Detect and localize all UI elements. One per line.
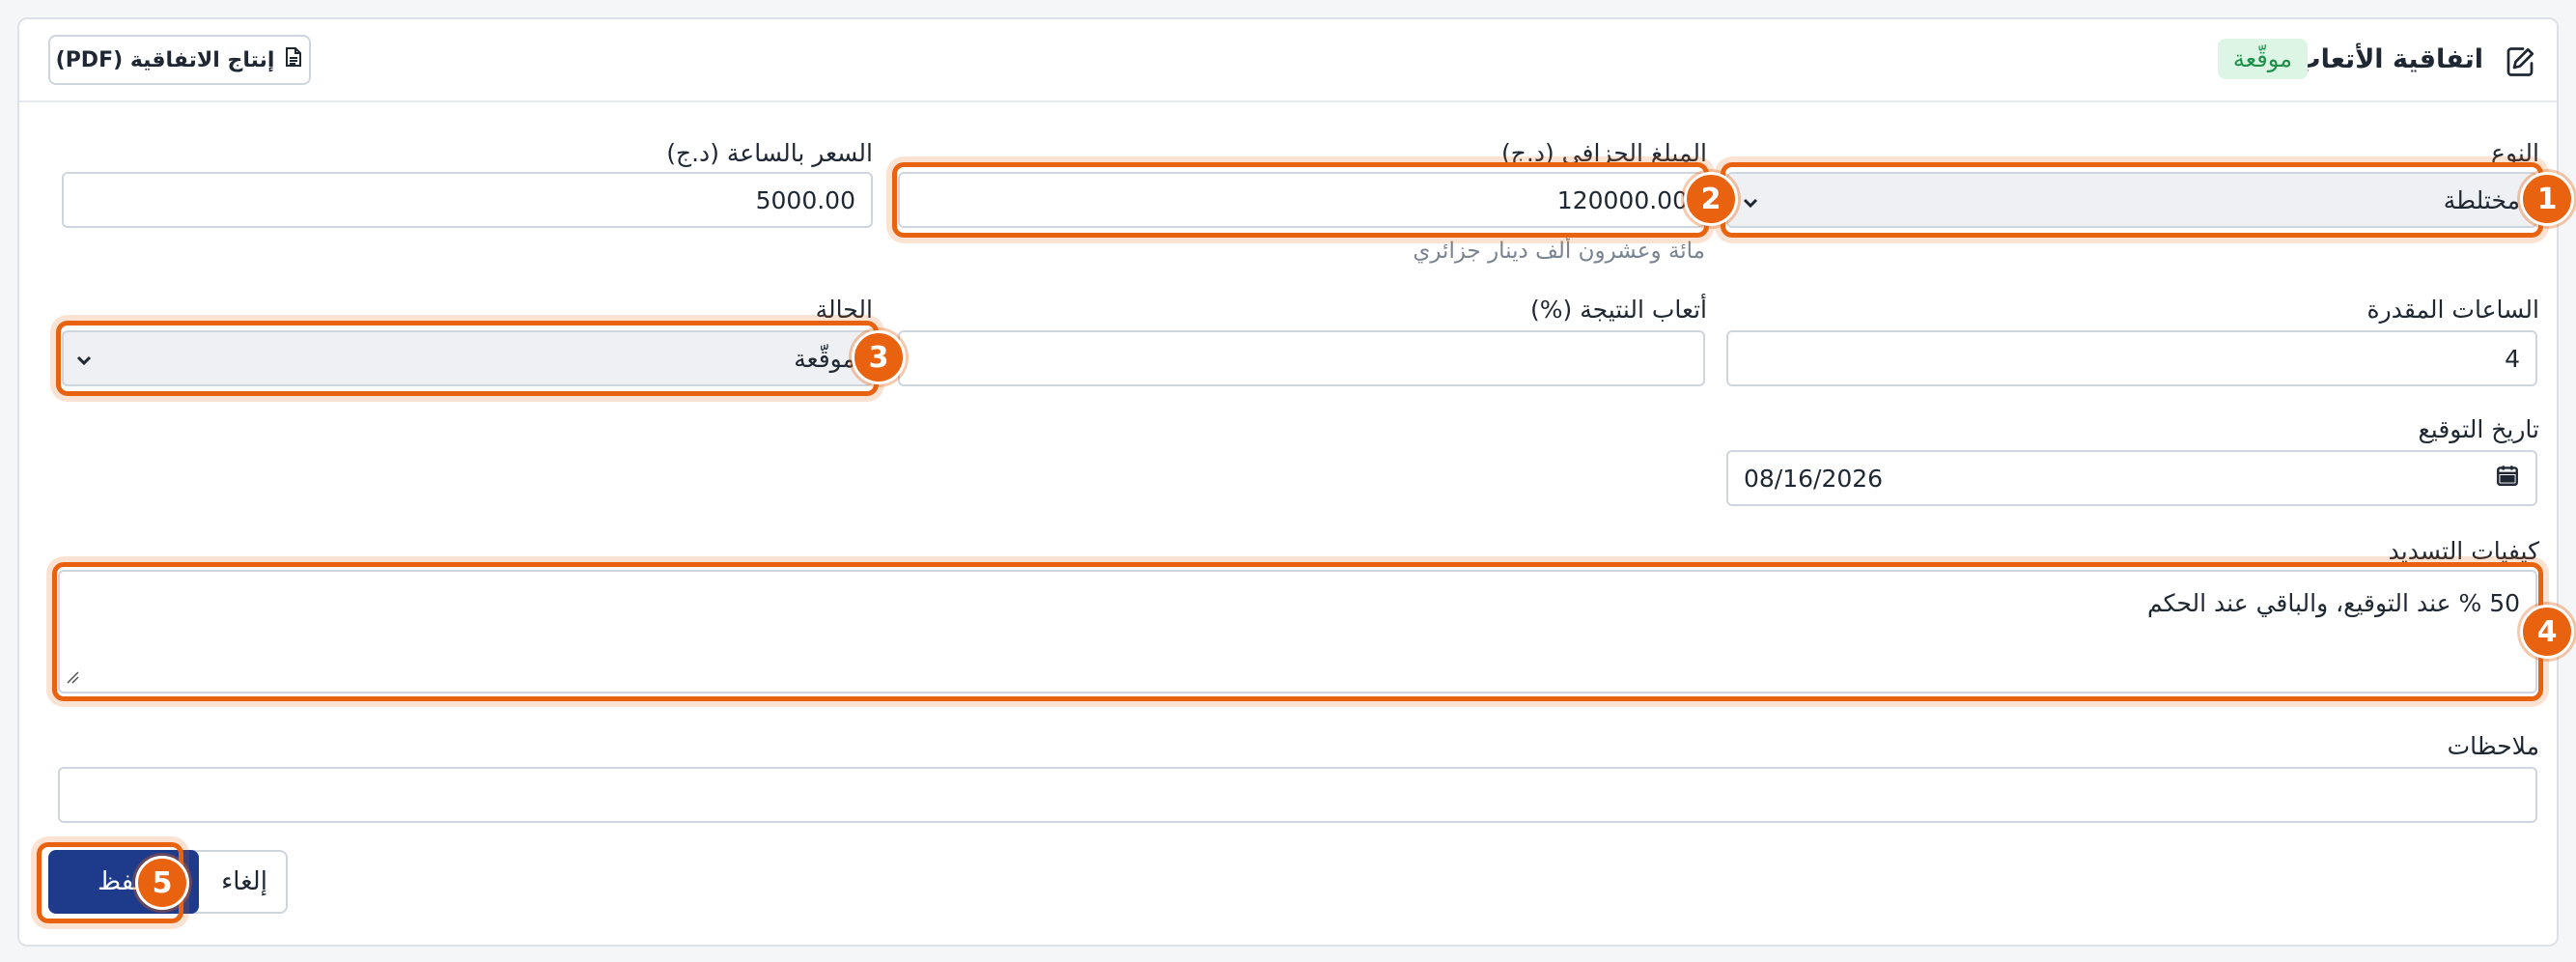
notes-input[interactable] — [58, 767, 2537, 823]
highlight-fixed-amount — [892, 162, 1709, 238]
step-marker-5: 5 — [135, 856, 189, 910]
step-marker-1: 1 — [2520, 172, 2574, 226]
generate-pdf-label: إنتاج الاتفاقية (PDF) — [55, 47, 275, 72]
card-header: اتفاقية الأتعاب موقّعة إنتاج الاتفاقية (… — [19, 19, 2557, 102]
step-marker-4: 4 — [2520, 605, 2574, 659]
edit-document-icon — [2503, 44, 2537, 79]
highlight-status — [56, 321, 879, 396]
hourly-rate-input[interactable]: 5000.00 — [62, 172, 873, 228]
hourly-rate-value: 5000.00 — [755, 185, 855, 214]
signing-date-label: تاريخ التوقيع — [2418, 415, 2539, 443]
status-badge: موقّعة — [2217, 39, 2308, 79]
page-title: اتفاقية الأتعاب — [2294, 44, 2483, 74]
step-marker-3: 3 — [852, 330, 906, 384]
signing-date-value: 08/16/2026 — [1744, 464, 1884, 493]
highlight-payment-terms — [52, 562, 2543, 701]
cancel-label: إلغاء — [221, 867, 267, 896]
estimated-hours-label: الساعات المقدرة — [2366, 296, 2539, 324]
estimated-hours-value: 4 — [2505, 344, 2520, 373]
highlight-type — [1721, 162, 2543, 238]
result-fee-input[interactable] — [898, 330, 1705, 386]
step-marker-2: 2 — [1684, 172, 1738, 226]
signing-date-input[interactable]: 08/16/2026 — [1726, 450, 2537, 506]
result-fee-label: أتعاب النتيجة (%) — [1529, 296, 1707, 324]
calendar-icon[interactable] — [2495, 463, 2520, 494]
fee-agreement-card: اتفاقية الأتعاب موقّعة إنتاج الاتفاقية (… — [17, 17, 2574, 947]
generate-pdf-button[interactable]: إنتاج الاتفاقية (PDF) — [48, 35, 311, 85]
estimated-hours-input[interactable]: 4 — [1726, 330, 2537, 386]
hourly-rate-label: السعر بالساعة (د.ج) — [666, 139, 873, 167]
notes-label: ملاحظات — [2447, 732, 2539, 760]
amount-in-words-hint: مائة وعشرون ألف دينار جزائري — [1413, 239, 1705, 264]
file-text-icon — [284, 46, 303, 73]
